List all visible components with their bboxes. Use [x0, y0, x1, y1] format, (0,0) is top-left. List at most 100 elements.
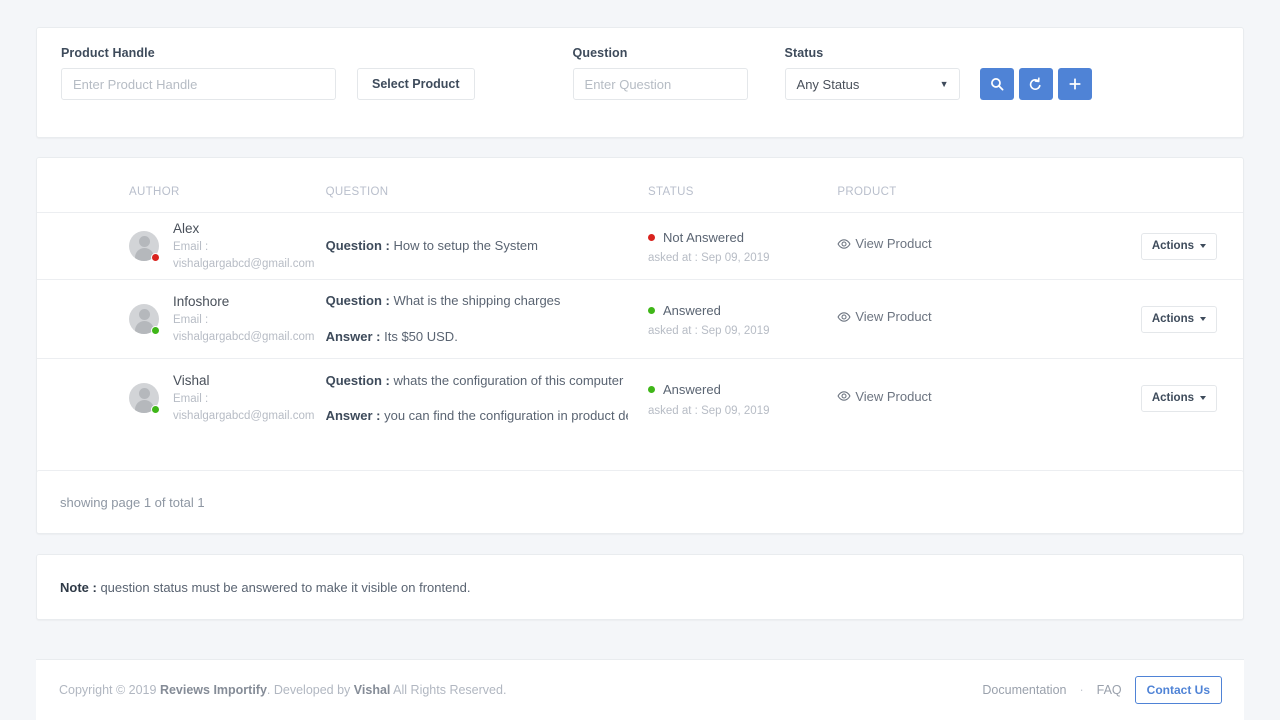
app-page: Product Handle Select Product Question S…	[0, 0, 1280, 720]
note-panel: Note : question status must be answered …	[36, 554, 1244, 620]
view-product-link[interactable]: View Product	[837, 389, 931, 404]
question-cell: Question : How to setup the System	[326, 213, 648, 280]
question-cell: Question : What is the shipping charges …	[326, 280, 648, 359]
actions-label: Actions	[1152, 313, 1194, 325]
column-header-status: STATUS	[648, 158, 837, 213]
table-row: Infoshore Email : vishalgargabcd@gmail.c…	[37, 280, 1243, 359]
eye-icon	[837, 310, 851, 324]
author-cell: Alex Email : vishalgargabcd@gmail.com	[37, 213, 326, 280]
product-handle-label: Product Handle	[61, 46, 336, 60]
status-dot	[648, 386, 655, 393]
status-select[interactable]: Any Status	[785, 68, 960, 100]
table-body: Alex Email : vishalgargabcd@gmail.com	[37, 213, 1243, 438]
eye-icon	[837, 389, 851, 403]
question-text: Question : whats the configuration of th…	[326, 371, 628, 391]
caret-down-icon	[1200, 244, 1206, 248]
status-cell: Answered asked at : Sep 09, 2019	[648, 280, 837, 359]
question-label: Question	[573, 46, 748, 60]
column-header-actions	[1077, 158, 1243, 213]
pagination-bar: showing page 1 of total 1	[36, 470, 1244, 534]
reset-icon	[1028, 77, 1043, 92]
actions-label: Actions	[1152, 392, 1194, 404]
reset-button[interactable]	[1019, 68, 1053, 100]
product-cell: View Product	[837, 213, 1076, 280]
question-text: Question : What is the shipping charges	[326, 291, 628, 311]
footer-separator: ·	[1079, 683, 1083, 697]
actions-label: Actions	[1152, 240, 1194, 252]
caret-down-icon	[1200, 317, 1206, 321]
eye-icon	[837, 237, 851, 251]
note-label: Note :	[60, 580, 97, 595]
pagination-text: showing page 1 of total 1	[37, 495, 205, 510]
brand-name: Reviews Importify	[160, 683, 267, 697]
actions-button[interactable]: Actions	[1141, 306, 1217, 333]
status-dot	[648, 234, 655, 241]
status-cell: Not Answered asked at : Sep 09, 2019	[648, 213, 837, 280]
status-label: Not Answered	[663, 228, 744, 248]
avatar	[129, 383, 159, 413]
status-badge: Answered	[648, 380, 837, 400]
note-text: Note : question status must be answered …	[37, 580, 470, 595]
avatar	[129, 231, 159, 261]
plus-icon	[1068, 77, 1082, 91]
filter-panel: Product Handle Select Product Question S…	[36, 27, 1244, 138]
note-body: question status must be answered to make…	[97, 580, 471, 595]
status-badge: Answered	[648, 301, 837, 321]
answer-text: Answer : you can find the configuration …	[326, 406, 628, 426]
product-handle-field: Product Handle	[61, 46, 336, 100]
status-label: Answered	[663, 301, 721, 321]
questions-table: AUTHOR QUESTION STATUS PRODUCT	[37, 158, 1243, 438]
avatar	[129, 304, 159, 334]
author-email: Email : vishalgargabcd@gmail.com	[173, 312, 326, 347]
question-field: Question	[573, 46, 748, 100]
author-cell: Infoshore Email : vishalgargabcd@gmail.c…	[37, 280, 326, 359]
author-email: Email : vishalgargabcd@gmail.com	[173, 239, 326, 274]
view-product-link[interactable]: View Product	[837, 236, 931, 251]
author-cell: Vishal Email : vishalgargabcd@gmail.com	[37, 359, 326, 438]
actions-cell: Actions	[1077, 213, 1243, 280]
question-text: Question : How to setup the System	[326, 236, 628, 256]
actions-cell: Actions	[1077, 280, 1243, 359]
contact-us-button[interactable]: Contact Us	[1135, 676, 1222, 704]
status-cell: Answered asked at : Sep 09, 2019	[648, 359, 837, 438]
status-select-wrap: Any Status ▼	[785, 68, 960, 100]
column-header-product: PRODUCT	[837, 158, 1076, 213]
search-button[interactable]	[980, 68, 1014, 100]
developer-name: Vishal	[354, 683, 391, 697]
view-product-label: View Product	[855, 236, 931, 251]
answer-text: Answer : Its $50 USD.	[326, 327, 628, 347]
avatar-status-dot	[151, 405, 160, 414]
actions-cell: Actions	[1077, 359, 1243, 438]
footer-links: Documentation · FAQ Contact Us	[982, 676, 1222, 704]
asked-at-text: asked at : Sep 09, 2019	[648, 405, 837, 417]
question-cell: Question : whats the configuration of th…	[326, 359, 648, 438]
author-name: Alex	[173, 219, 326, 239]
table-row: Alex Email : vishalgargabcd@gmail.com	[37, 213, 1243, 280]
actions-button[interactable]: Actions	[1141, 233, 1217, 260]
table-header-row: AUTHOR QUESTION STATUS PRODUCT	[37, 158, 1243, 213]
search-icon	[990, 77, 1004, 91]
product-cell: View Product	[837, 280, 1076, 359]
faq-link[interactable]: FAQ	[1097, 683, 1122, 697]
documentation-link[interactable]: Documentation	[982, 683, 1066, 697]
view-product-label: View Product	[855, 309, 931, 324]
question-input[interactable]	[573, 68, 748, 100]
page-footer: Copyright © 2019 Reviews Importify. Deve…	[36, 659, 1244, 720]
actions-button[interactable]: Actions	[1141, 385, 1217, 412]
status-field: Status Any Status ▼	[785, 46, 960, 100]
table-header: AUTHOR QUESTION STATUS PRODUCT	[37, 158, 1243, 213]
author-email: Email : vishalgargabcd@gmail.com	[173, 391, 326, 426]
view-product-link[interactable]: View Product	[837, 309, 931, 324]
product-handle-input[interactable]	[61, 68, 336, 100]
filter-actions	[980, 68, 1092, 100]
status-badge: Not Answered	[648, 228, 837, 248]
select-product-button[interactable]: Select Product	[357, 68, 475, 100]
column-header-question: QUESTION	[326, 158, 648, 213]
status-dot	[648, 307, 655, 314]
add-button[interactable]	[1058, 68, 1092, 100]
author-name: Infoshore	[173, 292, 326, 312]
table-row: Vishal Email : vishalgargabcd@gmail.com	[37, 359, 1243, 438]
status-label: Answered	[663, 380, 721, 400]
asked-at-text: asked at : Sep 09, 2019	[648, 252, 837, 264]
product-cell: View Product	[837, 359, 1076, 438]
